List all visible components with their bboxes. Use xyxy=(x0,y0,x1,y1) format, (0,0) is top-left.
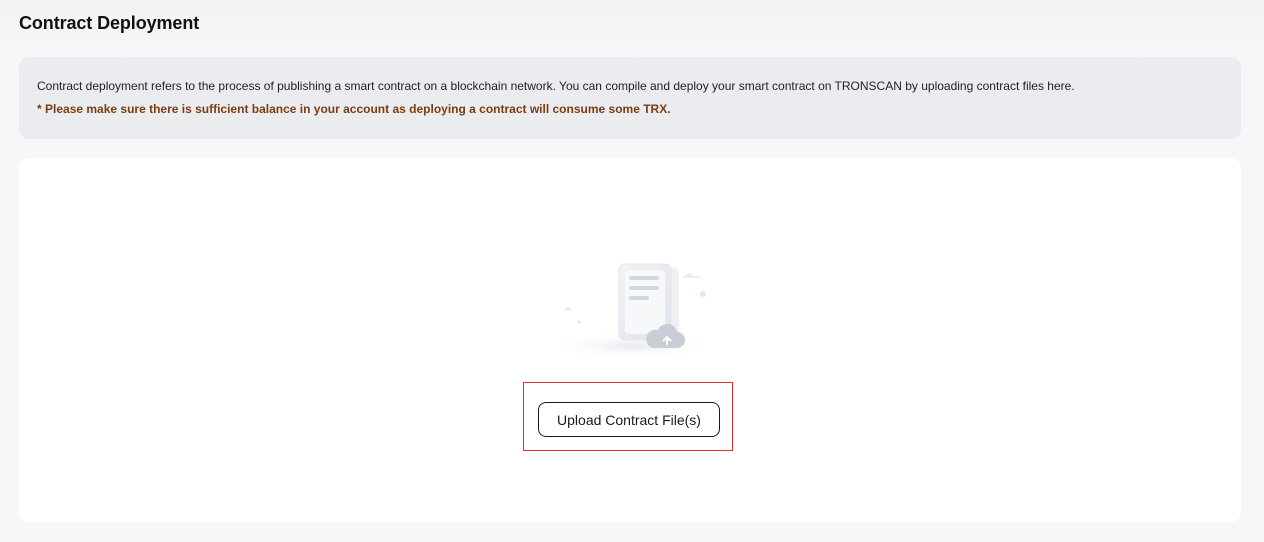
page-title: Contract Deployment xyxy=(19,13,200,33)
upload-contract-files-button[interactable]: Upload Contract File(s) xyxy=(538,402,720,437)
contract-deployment-page: Contract Deployment Contract deployment … xyxy=(0,0,1264,542)
document-upload-icon xyxy=(547,263,717,360)
info-description: Contract deployment refers to the proces… xyxy=(37,79,1075,93)
info-banner: Contract deployment refers to the proces… xyxy=(19,57,1241,139)
upload-card: Upload Contract File(s) xyxy=(19,158,1241,522)
balance-warning: * Please make sure there is sufficient b… xyxy=(37,102,671,116)
